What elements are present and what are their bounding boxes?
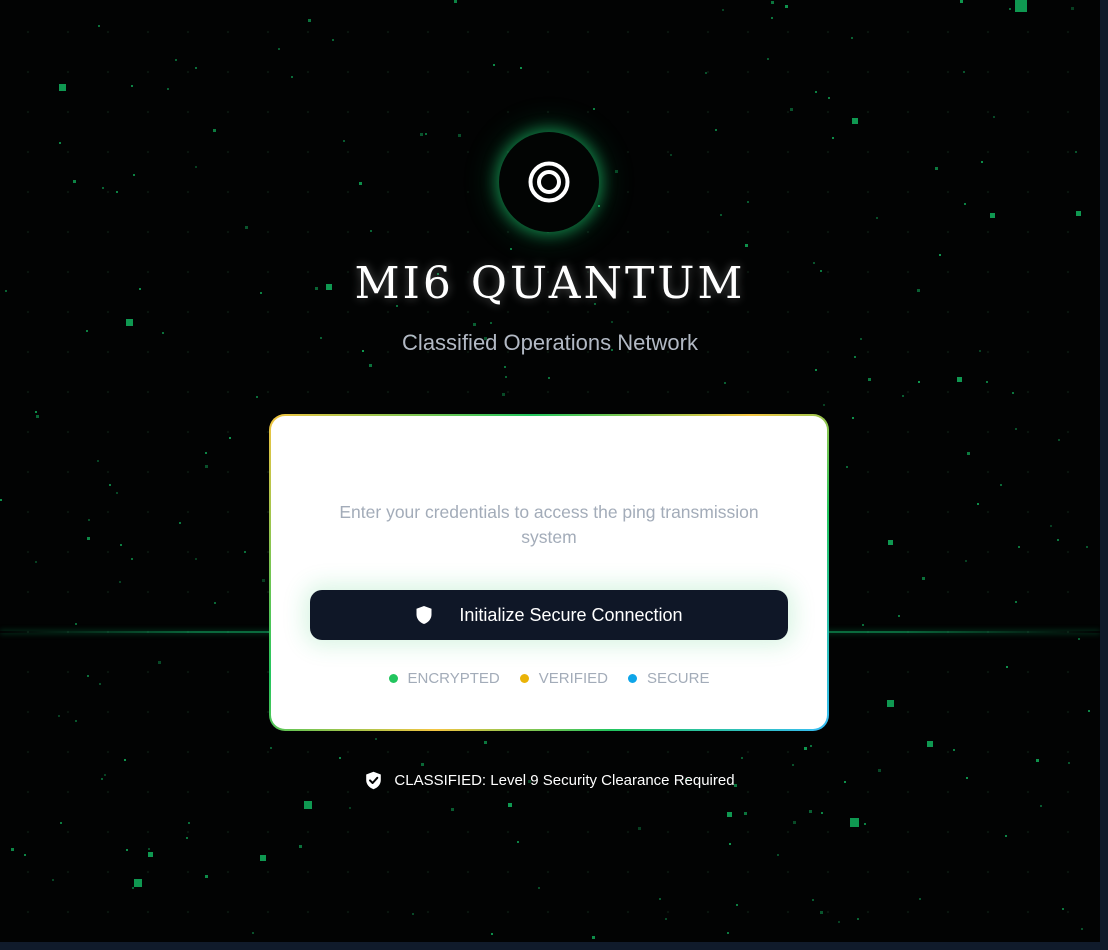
- shield-icon: [415, 605, 433, 625]
- status-dot-blue: [627, 674, 637, 683]
- initialize-connection-button[interactable]: Initialize Secure Connection: [310, 590, 788, 640]
- window-edge-right: [1100, 0, 1108, 950]
- app-background: MI6 QUANTUM Classified Operations Networ…: [0, 0, 1100, 942]
- status-indicators: ENCRYPTED VERIFIED SECURE: [271, 670, 827, 687]
- card-description: Enter your credentials to access the pin…: [339, 502, 759, 547]
- logo-badge: [499, 132, 599, 232]
- app-subtitle: Classified Operations Network: [402, 330, 698, 355]
- status-encrypted: ENCRYPTED: [388, 670, 500, 687]
- window-edge-bottom: [0, 942, 1108, 950]
- status-dot-yellow: [519, 674, 529, 683]
- status-dot-green: [388, 674, 398, 683]
- shield-check-icon: [365, 771, 382, 790]
- connect-button-label: Initialize Secure Connection: [459, 604, 683, 625]
- status-label: ENCRYPTED: [407, 670, 500, 687]
- login-card: Enter your credentials to access the pin…: [269, 414, 829, 731]
- status-secure: SECURE: [627, 670, 710, 687]
- clearance-notice-text: CLASSIFIED: Level 9 Security Clearance R…: [394, 772, 735, 789]
- status-label: VERIFIED: [538, 670, 608, 687]
- status-verified: VERIFIED: [519, 670, 608, 687]
- status-label: SECURE: [646, 670, 710, 687]
- app-title: MI6 QUANTUM: [354, 258, 746, 309]
- clearance-notice: CLASSIFIED: Level 9 Security Clearance R…: [0, 771, 1100, 790]
- target-icon: [528, 161, 570, 203]
